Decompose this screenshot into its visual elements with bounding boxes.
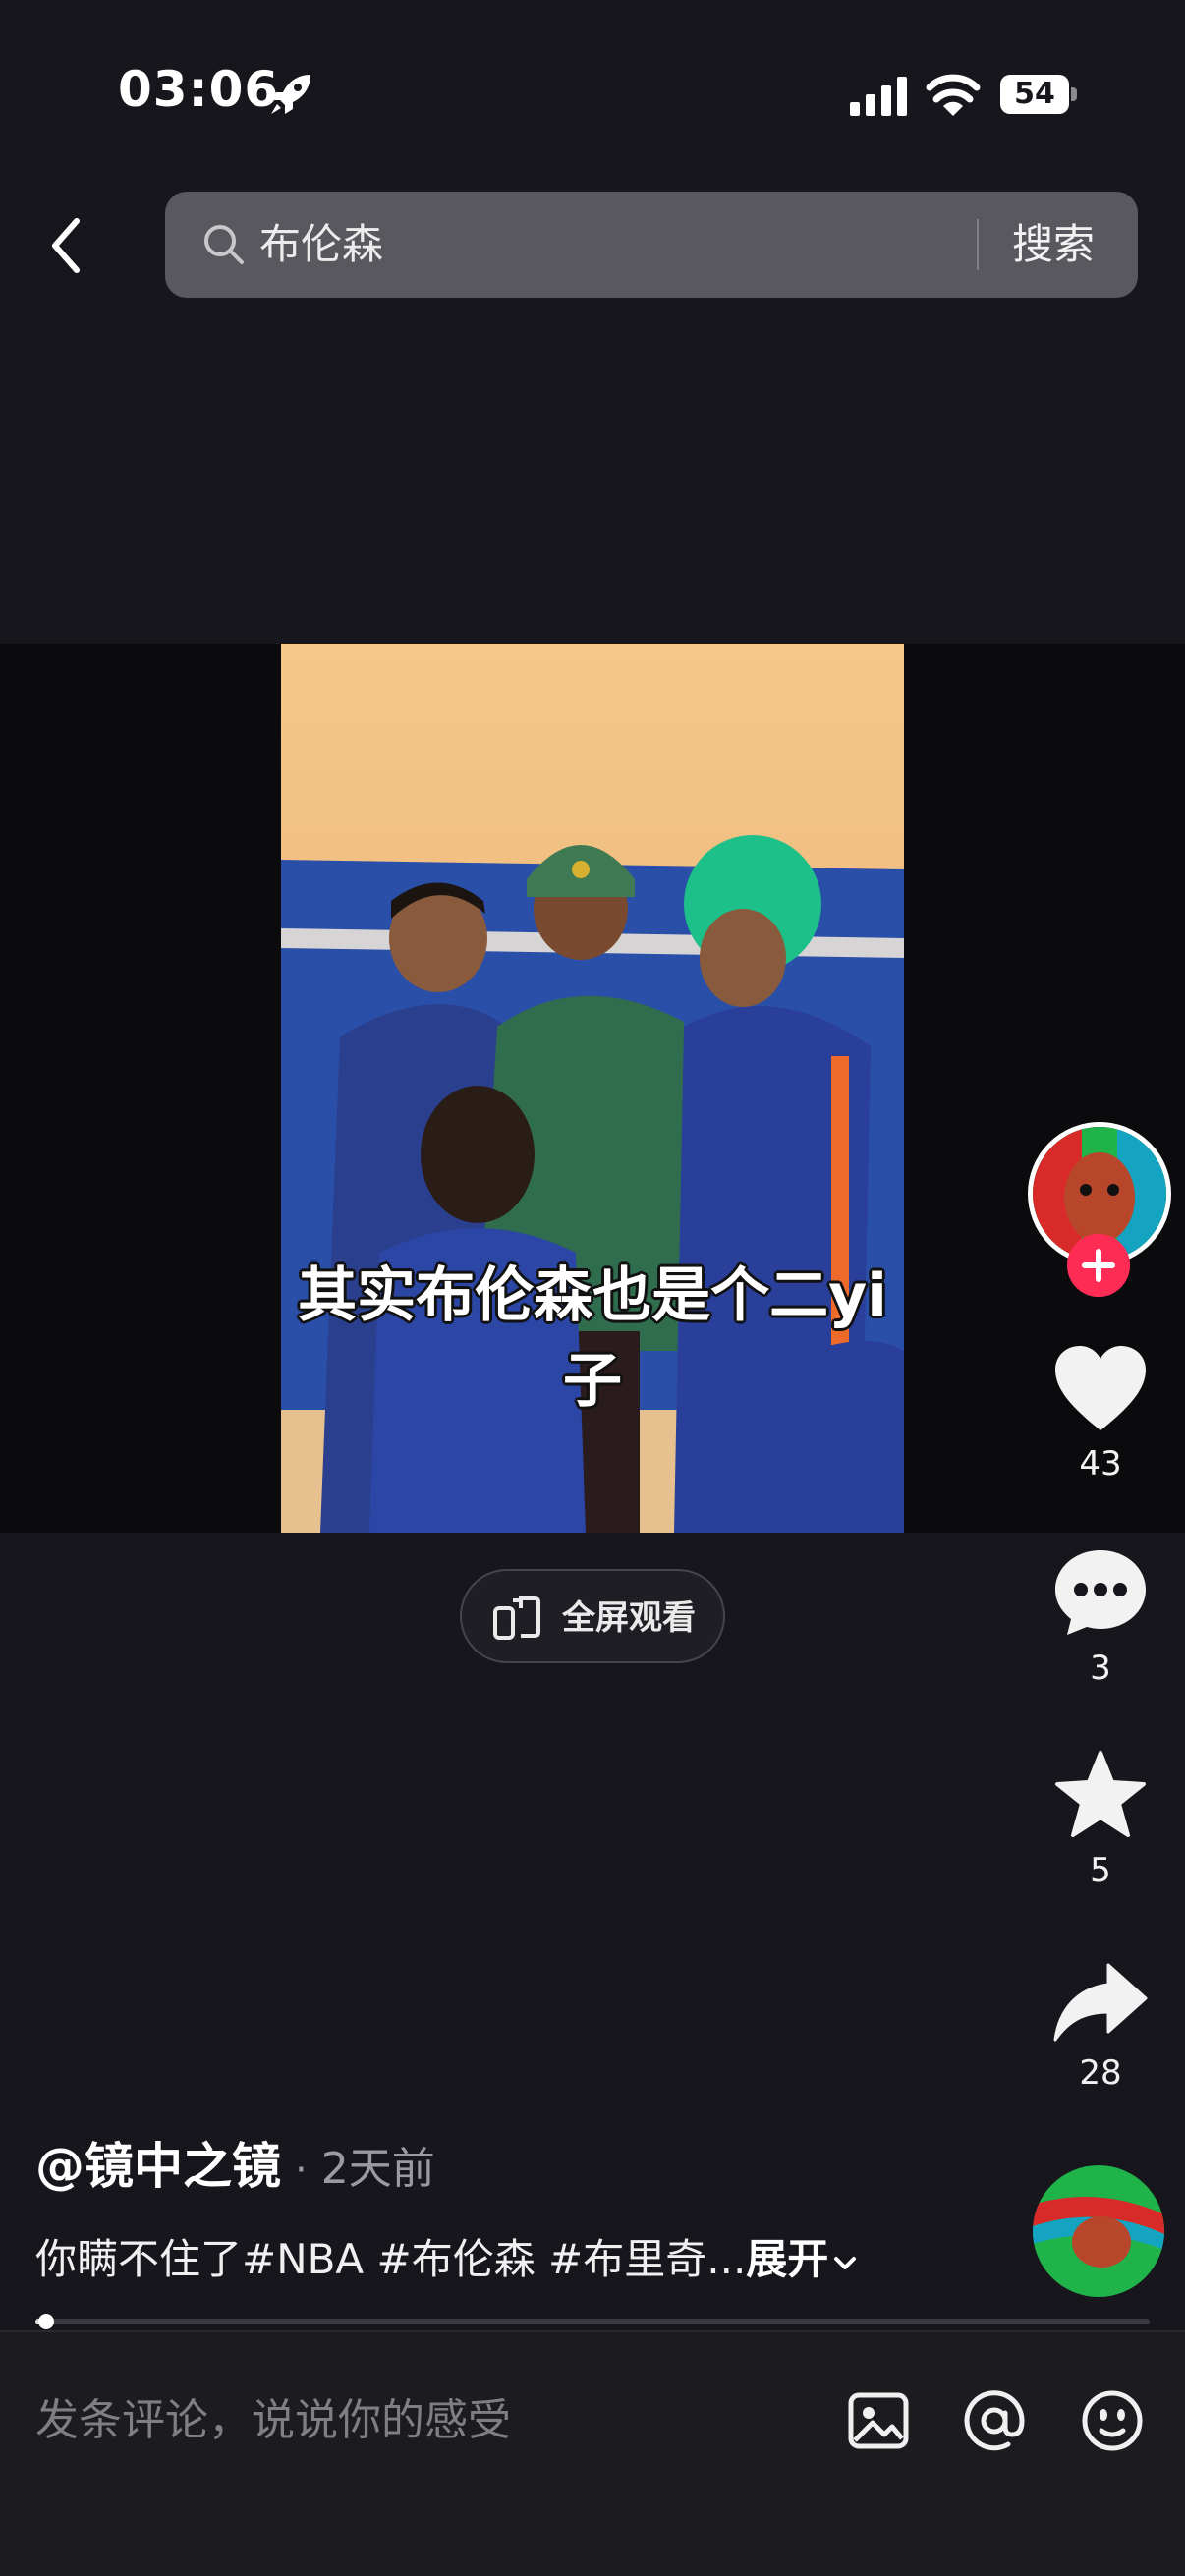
comment-bar: 发条评论，说说你的感受	[0, 2330, 1185, 2576]
heart-icon	[1055, 1346, 1146, 1430]
share-count: 28	[1079, 2053, 1122, 2093]
share-button[interactable]: 28	[1042, 1961, 1159, 2093]
fullscreen-button[interactable]: 全屏观看	[460, 1569, 725, 1663]
favorite-button[interactable]: 5	[1042, 1749, 1159, 1890]
music-disc[interactable]	[1033, 2165, 1164, 2297]
comment-button[interactable]: 3	[1042, 1546, 1159, 1688]
chevron-down-icon[interactable]	[830, 2251, 860, 2274]
like-count: 43	[1079, 1444, 1122, 1484]
follow-plus-icon[interactable]	[1067, 1234, 1130, 1297]
separator-dot: ·	[295, 2148, 308, 2193]
video-caption: 其实布伦森也是个二yi子	[298, 1261, 887, 1416]
post-time: 2天前	[320, 2144, 435, 2194]
search-input[interactable]: 布伦森	[259, 219, 383, 270]
search-bar[interactable]: 布伦森 搜索	[165, 192, 1138, 298]
emoji-icon[interactable]	[1075, 2383, 1150, 2458]
search-divider	[977, 219, 979, 270]
video-progress-bar[interactable]	[35, 2314, 1150, 2329]
battery-indicator: 54	[1000, 75, 1077, 114]
back-chevron-icon[interactable]	[39, 211, 98, 280]
favorite-count: 5	[1090, 1851, 1111, 1890]
share-arrow-icon	[1053, 1963, 1148, 2042]
search-icon	[204, 225, 244, 264]
battery-level: 54	[1014, 77, 1055, 111]
fullscreen-label: 全屏观看	[562, 1598, 696, 1638]
image-icon[interactable]	[841, 2383, 916, 2458]
comment-count: 3	[1090, 1649, 1111, 1688]
star-icon	[1055, 1751, 1146, 1837]
status-bar: 03:06 54	[0, 0, 1185, 187]
post-description[interactable]: 你瞒不住了#NBA #布伦森 #布里奇...展开	[35, 2230, 860, 2289]
at-icon[interactable]	[957, 2383, 1032, 2458]
comment-input[interactable]: 发条评论，说说你的感受	[35, 2391, 511, 2450]
expand-link[interactable]: 展开	[746, 2235, 828, 2283]
progress-knob[interactable]	[38, 2314, 55, 2329]
author-line: @镜中之镜 · 2天前	[35, 2132, 435, 2205]
description-text: 你瞒不住了#NBA #布伦森 #布里奇...	[35, 2235, 747, 2283]
search-button[interactable]: 搜索	[1012, 219, 1095, 270]
status-time: 03:06	[118, 61, 280, 118]
rocket-icon	[271, 75, 310, 114]
signal-icon	[850, 77, 907, 116]
like-button[interactable]: 43	[1042, 1344, 1159, 1484]
wifi-icon	[926, 74, 981, 116]
music-disc-image	[1033, 2165, 1164, 2297]
comment-bubble-icon	[1055, 1550, 1146, 1635]
author-name[interactable]: @镜中之镜	[35, 2138, 281, 2195]
fullscreen-icon	[493, 1596, 540, 1640]
